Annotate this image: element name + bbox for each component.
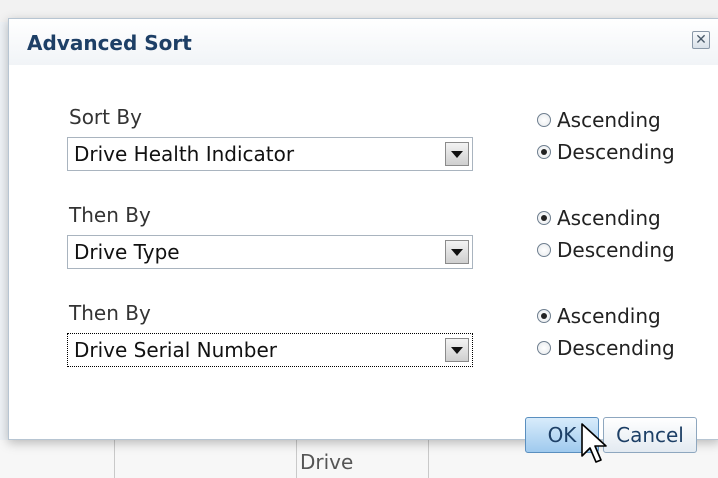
then-by-2-ascending-radio[interactable]: Ascending xyxy=(537,303,661,329)
dropdown-arrow-icon[interactable] xyxy=(445,142,469,166)
radio-checked-icon[interactable] xyxy=(537,211,551,225)
then-by-1-descending-radio[interactable]: Descending xyxy=(537,237,675,263)
then-by-label-2: Then By xyxy=(69,301,151,325)
radio-checked-icon[interactable] xyxy=(537,145,551,159)
radio-label: Ascending xyxy=(557,304,661,328)
then-by-value-2: Drive Serial Number xyxy=(74,338,277,362)
close-icon[interactable]: ✕ xyxy=(692,31,710,49)
radio-label: Ascending xyxy=(557,206,661,230)
radio-icon[interactable] xyxy=(537,243,551,257)
mouse-cursor-icon xyxy=(581,423,607,463)
dropdown-arrow-icon[interactable] xyxy=(445,338,469,362)
sort-by-ascending-radio[interactable]: Ascending xyxy=(537,107,661,133)
background-left-edge xyxy=(0,22,8,442)
background-column-divider xyxy=(114,440,115,478)
then-by-1-ascending-radio[interactable]: Ascending xyxy=(537,205,661,231)
radio-icon[interactable] xyxy=(537,113,551,127)
sort-by-label: Sort By xyxy=(69,105,142,129)
then-by-select-1[interactable]: Drive Type xyxy=(67,235,473,269)
radio-label: Descending xyxy=(557,336,675,360)
background-column-divider xyxy=(296,440,297,478)
sort-by-descending-radio[interactable]: Descending xyxy=(537,139,675,165)
sort-by-value: Drive Health Indicator xyxy=(74,142,295,166)
cancel-button[interactable]: Cancel xyxy=(603,417,697,453)
then-by-2-descending-radio[interactable]: Descending xyxy=(537,335,675,361)
then-by-select-2[interactable]: Drive Serial Number xyxy=(67,333,473,367)
radio-icon[interactable] xyxy=(537,341,551,355)
radio-checked-icon[interactable] xyxy=(537,309,551,323)
advanced-sort-dialog: Advanced Sort ✕ Sort By Drive Health Ind… xyxy=(8,18,718,453)
dialog-title: Advanced Sort xyxy=(27,31,192,55)
dialog-header: Advanced Sort ✕ xyxy=(9,19,718,65)
radio-label: Descending xyxy=(557,140,675,164)
then-by-value-1: Drive Type xyxy=(74,240,180,264)
background-column-divider xyxy=(428,440,429,478)
radio-label: Ascending xyxy=(557,108,661,132)
then-by-label-1: Then By xyxy=(69,203,151,227)
sort-by-select[interactable]: Drive Health Indicator xyxy=(67,137,473,171)
dropdown-arrow-icon[interactable] xyxy=(445,240,469,264)
radio-label: Descending xyxy=(557,238,675,262)
background-column-header: Drive xyxy=(300,450,354,474)
